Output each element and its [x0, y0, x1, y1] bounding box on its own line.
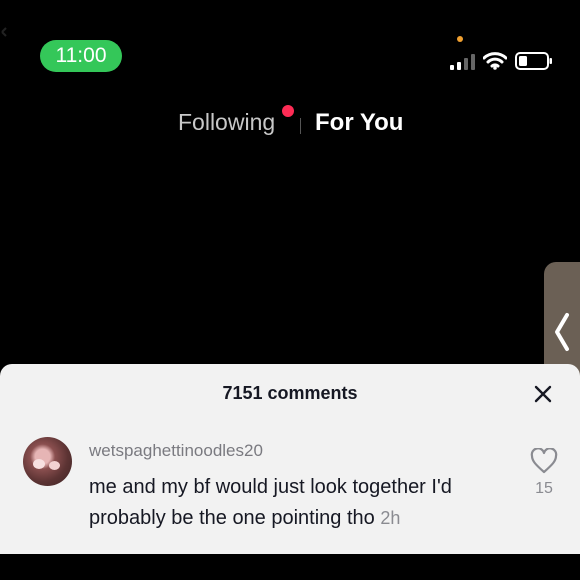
- tab-following[interactable]: Following: [178, 109, 275, 136]
- following-notification-dot: [282, 105, 294, 117]
- status-corner-mark: [0, 26, 14, 38]
- heart-icon[interactable]: [530, 448, 558, 474]
- battery-icon: [515, 52, 552, 70]
- avatar-detail: [33, 459, 45, 469]
- comment-body: me and my bf would just look together I'…: [89, 472, 509, 534]
- tab-for-you[interactable]: For You: [315, 109, 403, 137]
- signal-icon: [450, 54, 475, 70]
- status-time-label: 11:00: [55, 44, 107, 67]
- comments-count-title: 7151 comments: [222, 383, 358, 403]
- chevron-left-icon: [555, 313, 569, 351]
- status-time: 11:00: [40, 40, 122, 72]
- avatar[interactable]: [23, 437, 72, 486]
- comment-username[interactable]: wetspaghettinoodles20: [89, 441, 263, 461]
- tab-divider: [300, 118, 301, 134]
- close-icon[interactable]: [534, 384, 552, 404]
- avatar-detail: [49, 461, 60, 470]
- like-count: 15: [535, 480, 553, 497]
- comment-timestamp: 2h: [380, 508, 401, 528]
- wifi-icon: [483, 52, 507, 70]
- comments-sheet: 7151 comments wetspaghettinoodles20 me a…: [0, 364, 580, 554]
- privacy-indicator-dot: [457, 36, 463, 42]
